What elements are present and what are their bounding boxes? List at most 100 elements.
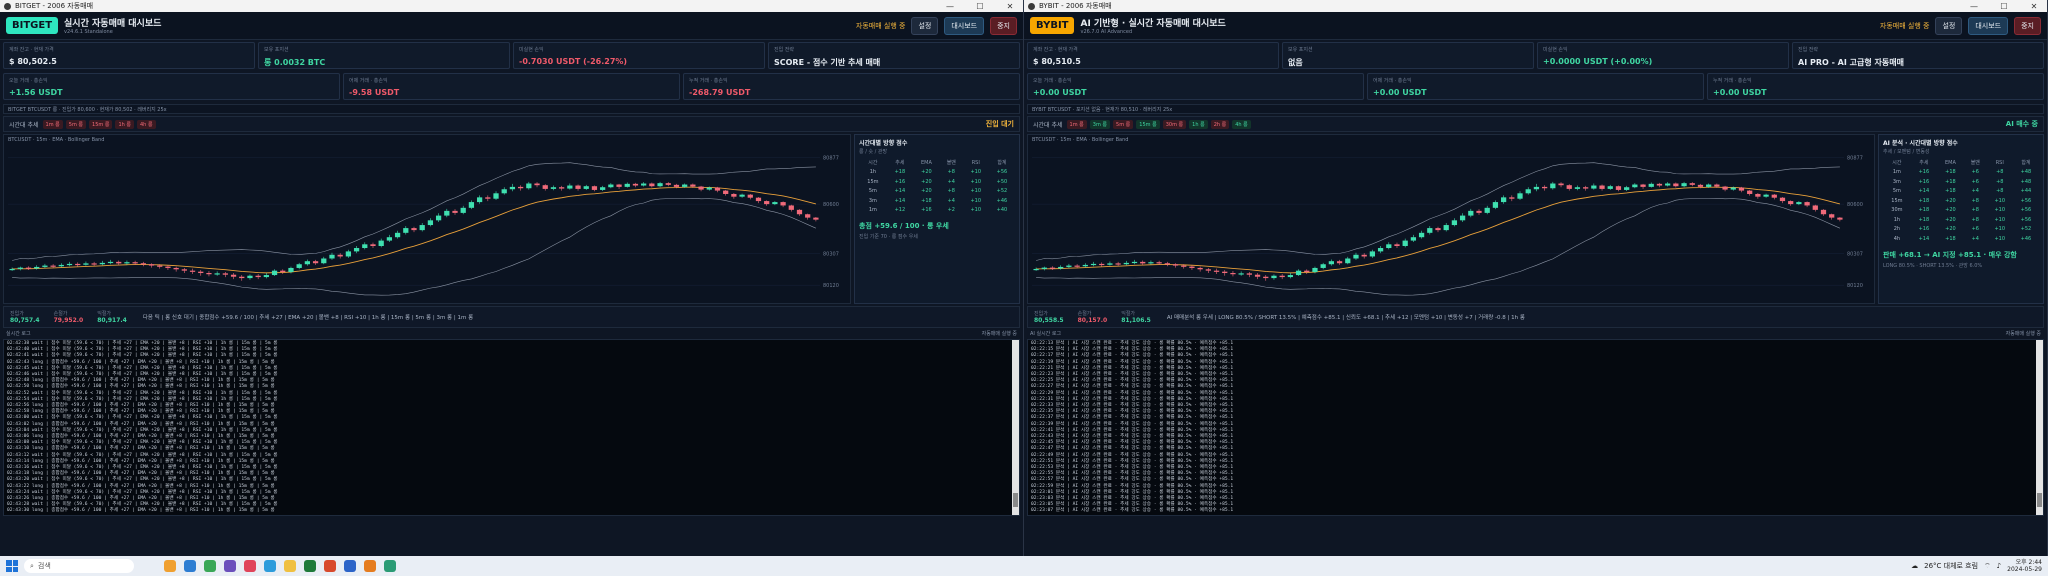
timeframe-badge[interactable]: 15m 롱 bbox=[1136, 119, 1160, 129]
price-chart[interactable]: BTCUSDT · 15m · EMA · Bollinger Band 808… bbox=[3, 134, 851, 304]
taskbar-app-icon[interactable] bbox=[184, 560, 196, 572]
timeframe-badge[interactable]: 5m 롱 bbox=[65, 119, 87, 129]
score-cell: +20 bbox=[921, 169, 932, 176]
maximize-icon[interactable]: ☐ bbox=[967, 2, 993, 11]
taskbar-app-icon[interactable] bbox=[284, 560, 296, 572]
candle-body bbox=[165, 266, 171, 268]
timeframe-badge[interactable]: 30m 롱 bbox=[1162, 119, 1187, 129]
taskbar-app-icon[interactable] bbox=[224, 560, 236, 572]
score-header: RSI bbox=[1995, 159, 2004, 166]
minimize-icon[interactable]: — bbox=[937, 2, 963, 11]
stat-label: 진입 전략 bbox=[1798, 47, 1818, 53]
score-cell: +2 bbox=[947, 207, 955, 214]
timeframe-badge[interactable]: 1m 롱 bbox=[1066, 119, 1087, 129]
dashboard-button[interactable]: 대시보드 bbox=[944, 16, 985, 35]
candle-body bbox=[1812, 205, 1818, 210]
score-header: 시간 bbox=[868, 160, 878, 167]
log-panel[interactable]: 02:22:13 분석 | AI 시장 스캔 완료 · 추세 강도 상승 · 롱… bbox=[1027, 339, 2044, 516]
stop-button[interactable]: 중지 bbox=[2014, 16, 2041, 35]
timeframe-badge[interactable]: 1h 롱 bbox=[115, 119, 134, 129]
maximize-icon[interactable]: ☐ bbox=[1991, 2, 2017, 11]
candle-body bbox=[329, 254, 335, 259]
minimize-icon[interactable]: — bbox=[1961, 2, 1987, 11]
timeframe-badge[interactable]: 3m 롱 bbox=[1089, 119, 1111, 129]
candle-body bbox=[1492, 202, 1499, 208]
score-cell: +18 bbox=[1945, 235, 1956, 242]
stat-value: 롱 0.0032 BTC bbox=[264, 58, 326, 67]
candle-body bbox=[1148, 262, 1154, 264]
close-icon[interactable]: ✕ bbox=[2021, 2, 2047, 11]
taskbar-search[interactable]: ⌕ 검색 bbox=[24, 559, 134, 573]
score-row: 1m +12 +16 +2 +10 +40 bbox=[859, 206, 1015, 216]
log-title: 실시간 로그 bbox=[6, 331, 31, 337]
taskbar-app-icon[interactable] bbox=[204, 560, 216, 572]
level-values: 진입가 80,558.5 손절가 80,157.0 익절가 81,106.5 bbox=[1034, 310, 1151, 324]
candle-body bbox=[1796, 202, 1802, 205]
app-icon bbox=[1028, 2, 1035, 10]
log-header: AI 실시간 로그 자동매매 실행 중 bbox=[1027, 330, 2044, 339]
candle-body bbox=[198, 271, 204, 274]
timeframe-badge[interactable]: 1h 롱 bbox=[1189, 119, 1208, 129]
indicator-summary: AI 매매분석 롱 우세 | LONG 80.5% / SHORT 13.5% … bbox=[1166, 315, 1525, 321]
score-cell: +56 bbox=[2020, 216, 2032, 223]
taskbar-app-icon[interactable] bbox=[324, 560, 336, 572]
summary-cards: 계좌 잔고 · 현재 가격 $ 80,510.5 보유 포지션 없음 미실현 손익 +0.… bbox=[1024, 40, 2047, 71]
candle-body bbox=[813, 217, 819, 220]
wifi-icon[interactable]: ⌔ bbox=[1984, 562, 1991, 571]
timeframe-badge[interactable]: 5m 롱 bbox=[1113, 119, 1134, 129]
taskbar-app-icon[interactable] bbox=[264, 560, 276, 572]
taskbar-app-icon[interactable] bbox=[344, 560, 356, 572]
taskbar-app-icon[interactable] bbox=[384, 560, 396, 572]
level-value: 80,917.4 bbox=[97, 317, 127, 324]
clock[interactable]: 오후 2:44 2024-05-29 bbox=[2007, 559, 2042, 573]
timeframe-badge[interactable]: 15m 롱 bbox=[89, 119, 113, 129]
weather-text[interactable]: 26°C 대체로 흐림 bbox=[1924, 561, 1978, 571]
level-label: 익절가 bbox=[1121, 311, 1136, 317]
scroll-thumb[interactable] bbox=[2037, 493, 2042, 507]
score-header: 볼밴 bbox=[1970, 160, 1980, 167]
dashboard-button[interactable]: 대시보드 bbox=[1968, 16, 2009, 35]
settings-button[interactable]: 설정 bbox=[911, 16, 939, 35]
log-line: 02:23:07 분석 | AI 시장 스캔 완료 · 추세 강도 상승 · 롱… bbox=[1031, 508, 1234, 514]
timeframe-badge[interactable]: 1m 롱 bbox=[42, 119, 63, 129]
score-cell: +6 bbox=[1971, 178, 1979, 185]
candle-body bbox=[1665, 183, 1671, 186]
score-header: RSI bbox=[971, 159, 980, 166]
candle-body bbox=[1673, 183, 1679, 187]
start-button[interactable] bbox=[6, 560, 18, 572]
log-scrollbar[interactable] bbox=[1012, 340, 1019, 515]
candle-body bbox=[1254, 274, 1261, 277]
taskbar-app-icon[interactable] bbox=[164, 560, 176, 572]
app-header: BITGET 실시간 자동매매 대시보드 v24.6.1 Standalone … bbox=[0, 12, 1023, 40]
taskbar-app-icon[interactable] bbox=[304, 560, 316, 572]
taskbar-app-icon[interactable] bbox=[244, 560, 256, 572]
candle-body bbox=[1829, 214, 1835, 218]
candle-body bbox=[42, 265, 48, 267]
volume-icon[interactable]: ♪ bbox=[1997, 562, 2001, 570]
score-cell: +14 bbox=[1918, 235, 1930, 242]
y-tick-label: 80120 bbox=[1847, 283, 1863, 289]
log-header: 실시간 로그 자동매매 실행 중 bbox=[3, 330, 1020, 339]
log-scrollbar[interactable] bbox=[2036, 340, 2043, 515]
price-chart[interactable]: BTCUSDT · 15m · EMA · Bollinger Band 808… bbox=[1027, 134, 1875, 304]
taskbar-app-icon[interactable] bbox=[364, 560, 376, 572]
timeframe-badge[interactable]: 4h 롱 bbox=[1232, 119, 1251, 129]
stat-value: SCORE - 점수 기반 추세 매매 bbox=[774, 58, 881, 67]
score-cell: +48 bbox=[2020, 178, 2032, 185]
y-tick-label: 80307 bbox=[823, 252, 839, 258]
timeframe-badge[interactable]: 2h 롱 bbox=[1210, 119, 1230, 129]
scroll-thumb[interactable] bbox=[1013, 493, 1018, 507]
score-cell: +10 bbox=[970, 197, 982, 204]
timeframe-badge[interactable]: 4h 롱 bbox=[137, 119, 156, 129]
score-cell: +56 bbox=[2020, 207, 2032, 214]
settings-button[interactable]: 설정 bbox=[1935, 16, 1963, 35]
candle-body bbox=[1648, 183, 1654, 187]
log-panel[interactable]: 02:42:38 wait | 점수 미달 (59.6 < 70) | 추세 +… bbox=[3, 339, 1020, 516]
candle-body bbox=[608, 184, 614, 188]
app-version: v26.7.0 AI Advanced bbox=[1080, 29, 1133, 35]
close-icon[interactable]: ✕ bbox=[997, 2, 1023, 11]
candle-body bbox=[1468, 210, 1474, 216]
stop-button[interactable]: 중지 bbox=[990, 16, 1017, 35]
score-row: 3m +16 +18 +6 +8 +48 bbox=[1883, 177, 2039, 187]
candle-body bbox=[394, 232, 401, 238]
